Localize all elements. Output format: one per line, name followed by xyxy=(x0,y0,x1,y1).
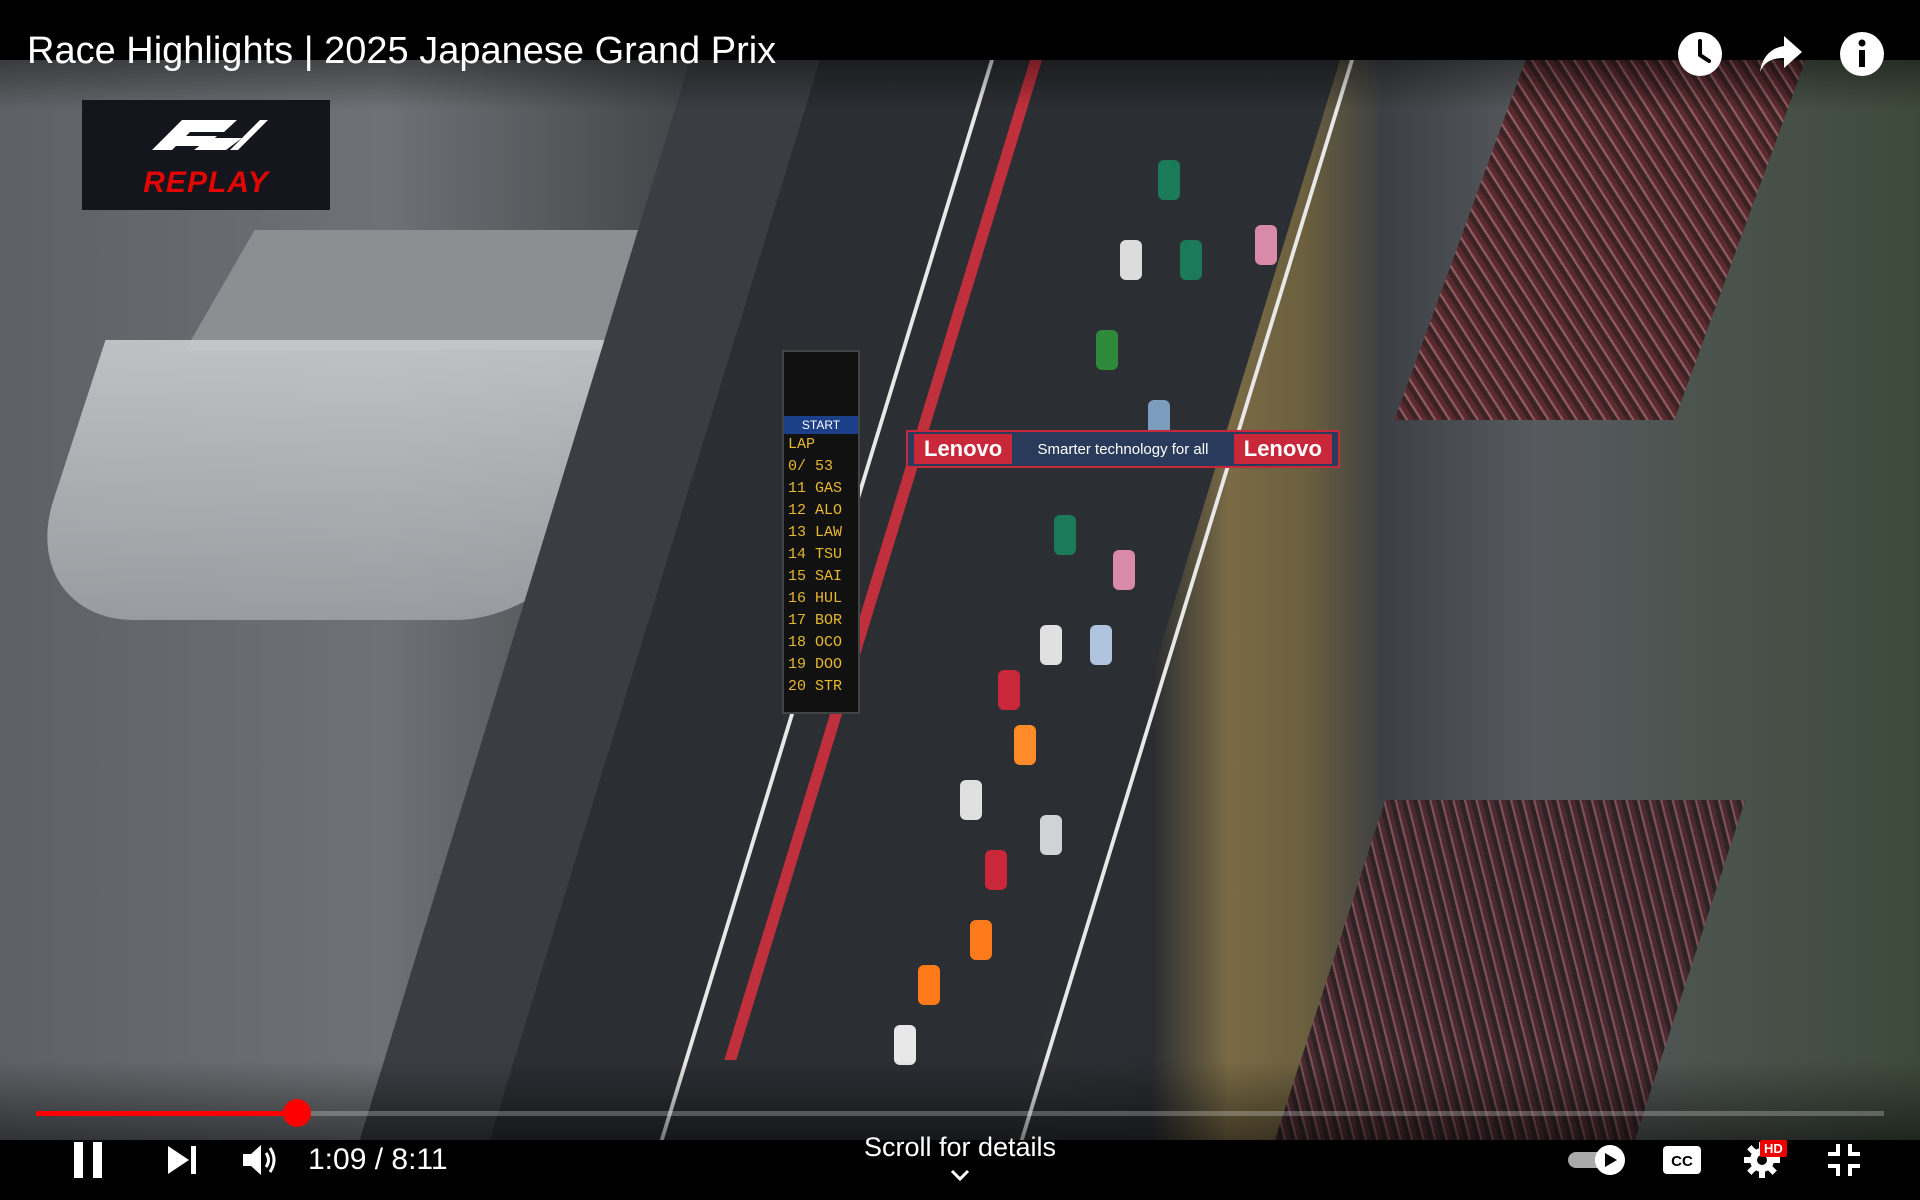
race-car xyxy=(918,965,940,1005)
tower-lap-count: 0/ 53 xyxy=(788,458,834,475)
tower-row: 19 DOO xyxy=(788,656,843,673)
race-car xyxy=(1120,240,1142,280)
video-frame[interactable]: Lenovo Smarter technology for all Lenovo… xyxy=(0,60,1920,1140)
closed-captions-icon: CC xyxy=(1663,1146,1701,1174)
progress-played xyxy=(36,1111,298,1116)
race-car xyxy=(1180,240,1202,280)
volume-icon xyxy=(243,1145,276,1175)
exit-fullscreen-button[interactable] xyxy=(1822,1135,1866,1185)
timing-tower: START LAP 0/ 53 11 GAS 12 ALO 13 LAW 14 … xyxy=(782,350,860,714)
gantry-brand-right: Lenovo xyxy=(1233,434,1332,464)
race-car xyxy=(970,920,992,960)
race-car xyxy=(1090,625,1112,665)
chevron-down-icon[interactable] xyxy=(945,1166,975,1186)
tower-row: 15 SAI xyxy=(788,568,843,585)
f1-replay-badge: REPLAY xyxy=(82,100,330,210)
tower-row: 17 BOR xyxy=(788,612,843,629)
subtitles-button[interactable]: CC xyxy=(1660,1135,1704,1185)
replay-label: REPLAY xyxy=(143,166,269,199)
progress-bar[interactable] xyxy=(36,1099,1884,1127)
video-title[interactable]: Race Highlights | 2025 Japanese Grand Pr… xyxy=(27,30,776,73)
pause-icon xyxy=(74,1142,102,1178)
tower-row: 12 ALO xyxy=(788,502,843,519)
tower-row: 14 TSU xyxy=(788,546,843,563)
tower-row: 18 OCO xyxy=(788,634,843,651)
tower-row: 16 HUL xyxy=(788,590,843,607)
watch-later-icon xyxy=(1678,32,1722,76)
tower-lap-header: LAP xyxy=(788,436,816,453)
tower-row: 13 LAW xyxy=(788,524,843,541)
race-car xyxy=(1014,725,1036,765)
share-button[interactable] xyxy=(1757,30,1805,78)
race-car xyxy=(1158,160,1180,200)
pause-button[interactable] xyxy=(66,1135,110,1185)
grandstand-roof xyxy=(185,230,675,350)
tower-row: 20 STR xyxy=(788,678,843,695)
scroll-hint[interactable]: Scroll for details xyxy=(760,1132,1160,1163)
volume-button[interactable] xyxy=(238,1135,282,1185)
race-car xyxy=(1096,330,1118,370)
autoplay-toggle[interactable] xyxy=(1566,1135,1630,1185)
share-icon xyxy=(1760,36,1802,72)
time-display: 1:09 / 8:11 xyxy=(308,1143,448,1176)
skip-next-icon xyxy=(168,1146,196,1174)
watch-later-button[interactable] xyxy=(1676,30,1724,78)
race-car xyxy=(1040,815,1062,855)
race-car xyxy=(998,670,1020,710)
race-car xyxy=(1113,550,1135,590)
race-car xyxy=(960,780,982,820)
autoplay-toggle-icon xyxy=(1568,1145,1625,1175)
tower-start-label: START xyxy=(784,416,858,434)
race-car xyxy=(1054,515,1076,555)
gantry-brand-left: Lenovo xyxy=(914,434,1013,464)
sponsor-gantry: Lenovo Smarter technology for all Lenovo xyxy=(906,430,1340,468)
next-button[interactable] xyxy=(160,1135,204,1185)
race-car xyxy=(1040,625,1062,665)
hd-quality-badge: HD xyxy=(1760,1140,1787,1157)
race-car xyxy=(1255,225,1277,265)
gantry-tagline: Smarter technology for all xyxy=(1037,440,1209,458)
info-button[interactable] xyxy=(1838,30,1886,78)
exit-fullscreen-icon xyxy=(1828,1144,1860,1176)
info-icon xyxy=(1840,32,1884,76)
f1-logo-icon xyxy=(152,120,268,150)
svg-text:CC: CC xyxy=(1671,1153,1693,1170)
crowd-stand-upper-right xyxy=(1394,60,1806,420)
tower-row: 11 GAS xyxy=(788,480,843,497)
race-car xyxy=(894,1025,916,1065)
race-car xyxy=(985,850,1007,890)
